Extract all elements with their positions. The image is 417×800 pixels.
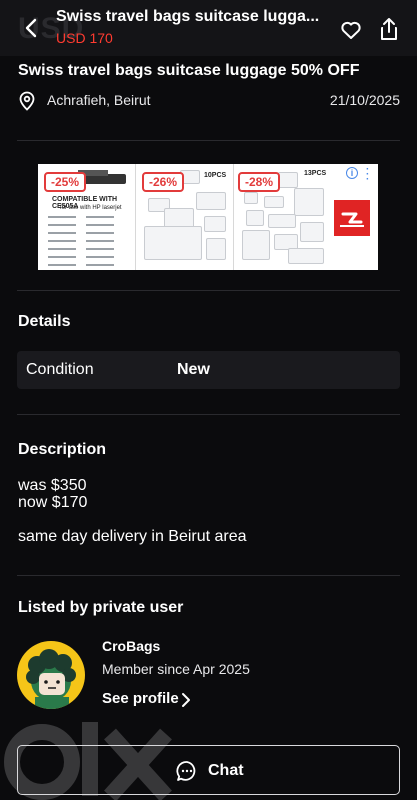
chat-button[interactable]: Chat	[17, 745, 400, 795]
ad-logo-icon	[334, 200, 370, 236]
listing-date: 21/10/2025	[329, 92, 400, 108]
ad-info-icon[interactable]: i	[346, 167, 358, 179]
header-title: Swiss travel bags suitcase lugga...	[56, 8, 320, 25]
ad-more-icon[interactable]: · · ·	[366, 165, 369, 185]
ad-discount-badge: -25%	[44, 172, 87, 192]
description-line: was $350	[18, 477, 87, 494]
detail-value: New	[177, 361, 210, 378]
avatar[interactable]	[17, 641, 85, 709]
chat-label: Chat	[208, 762, 244, 779]
map-pin-icon	[18, 91, 36, 111]
back-arrow-icon[interactable]	[18, 14, 46, 42]
listing-title: Swiss travel bags suitcase luggage 50% O…	[18, 62, 360, 79]
detail-label: Condition	[26, 361, 94, 378]
listing-location: Achrafieh, Beirut	[47, 92, 151, 108]
header-price: USD 170	[56, 30, 113, 46]
divider	[17, 414, 400, 415]
ad-discount-badge: -26%	[142, 172, 185, 192]
details-heading: Details	[18, 313, 71, 330]
chevron-right-icon[interactable]	[180, 692, 192, 708]
heart-icon[interactable]	[339, 18, 363, 42]
ad-banner[interactable]: COMPATIBLE WITH CE505A for use with HP l…	[38, 164, 378, 270]
description-line: now $170	[18, 494, 88, 511]
chat-bubble-icon	[176, 760, 198, 782]
ad-discount-badge: -28%	[238, 172, 281, 192]
divider	[17, 140, 400, 141]
top-bar: USD Swiss travel bags suitcase lugga... …	[0, 0, 417, 56]
ad-compatible-sub: for use with HP laserjet	[60, 205, 122, 211]
member-since: Member since Apr 2025	[102, 661, 250, 677]
ad-label-13pcs: 13PCS	[304, 170, 327, 177]
description-heading: Description	[18, 441, 107, 458]
divider	[17, 290, 400, 291]
see-profile-link[interactable]: See profile	[102, 690, 179, 707]
share-icon[interactable]	[377, 16, 401, 42]
detail-row-condition: Condition New	[17, 351, 400, 389]
seller-heading: Listed by private user	[18, 599, 184, 616]
divider	[17, 575, 400, 576]
description-line: same day delivery in Beirut area	[18, 528, 247, 545]
seller-name: CroBags	[102, 638, 161, 654]
ad-label-10pcs: 10PCS	[204, 172, 227, 179]
